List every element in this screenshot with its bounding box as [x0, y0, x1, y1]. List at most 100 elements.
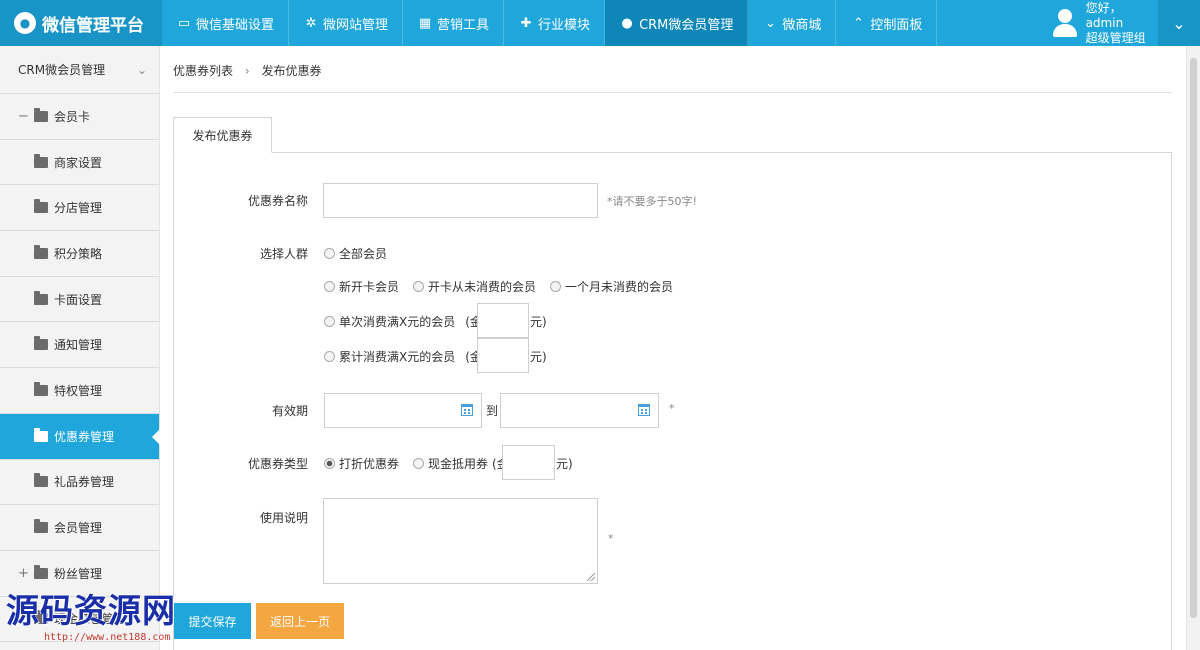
sidebar-item-label: 商家设置 — [54, 155, 103, 170]
sidebar-item-card-face[interactable]: 卡面设置 — [0, 277, 159, 323]
folder-icon — [34, 244, 48, 259]
option-label: 一个月未消费的会员 — [565, 280, 674, 294]
scrollbar-thumb[interactable] — [1190, 58, 1197, 618]
breadcrumb-separator: › — [244, 64, 250, 78]
sidebar-item-label: 优惠券管理 — [54, 429, 115, 444]
resize-handle-icon[interactable] — [587, 573, 595, 581]
folder-icon — [34, 290, 48, 305]
user-menu[interactable]: 您好，admin 超级管理组 — [1040, 0, 1158, 46]
coupon-name-hint: *请不要多于50字! — [607, 195, 697, 208]
radio-single-spend[interactable] — [324, 316, 335, 327]
radio-month-inactive[interactable] — [550, 281, 562, 292]
single-spend-amount-input[interactable] — [477, 303, 529, 338]
user-dropdown-toggle[interactable]: ⌄ — [1158, 0, 1200, 46]
amount-suffix: 元) — [530, 315, 547, 329]
nav-crm-member[interactable]: ● CRM微会员管理 — [605, 0, 749, 46]
audience-cumulative-spend-option[interactable]: 累计消费满X元的会员 (金额 — [324, 348, 494, 365]
chevron-up-icon: ⌃ — [852, 15, 864, 31]
submit-save-button[interactable]: 提交保存 — [174, 603, 251, 639]
radio-cumulative-spend[interactable] — [324, 351, 335, 362]
nav-label: 微网站管理 — [323, 17, 389, 33]
nav-label: 控制面板 — [870, 17, 923, 33]
audience-single-spend-option[interactable]: 单次消费满X元的会员 (金额 — [324, 313, 494, 330]
cash-amount-input[interactable] — [502, 445, 555, 480]
nav-micro-mall[interactable]: ⌄ 微商城 — [748, 0, 837, 46]
radio-cash-coupon[interactable] — [413, 458, 425, 469]
sidebar-item-gift-coupons[interactable]: 礼品券管理 — [0, 460, 159, 506]
radio-discount-coupon[interactable] — [324, 458, 335, 469]
sidebar-item-members[interactable]: 会员管理 — [0, 505, 159, 551]
calendar-icon[interactable] — [461, 404, 473, 416]
sidebar-item-merchant-settings[interactable]: 商家设置 — [0, 140, 159, 186]
calendar-icon: ▦ — [418, 15, 432, 31]
nav-label: 行业模块 — [538, 17, 591, 33]
page-scrollbar[interactable] — [1186, 46, 1200, 650]
option-label: 开卡从未消费的会员 — [428, 280, 537, 294]
sidebar-item-label: 会员管理 — [54, 521, 103, 536]
app-logo[interactable]: ● 微信管理平台 — [0, 0, 162, 46]
nav-control-panel[interactable]: ⌃ 控制面板 — [836, 0, 938, 46]
description-label: 使用说明 — [259, 511, 308, 525]
description-textarea[interactable] — [323, 498, 598, 584]
required-mark: * — [669, 402, 675, 415]
gear-icon: ✲ — [305, 15, 317, 31]
validity-label: 有效期 — [271, 404, 308, 418]
chevron-down-icon: ⌄ — [136, 62, 147, 77]
amount-suffix: 元) — [556, 457, 573, 471]
sidebar-item-label: 会员卡 — [54, 109, 91, 124]
nav-label: 微信基础设置 — [196, 17, 275, 33]
cumulative-spend-amount-input[interactable] — [477, 338, 529, 373]
breadcrumb-parent[interactable]: 优惠券列表 — [173, 64, 233, 78]
sidebar-header[interactable]: CRM微会员管理 ⌄ — [0, 46, 159, 94]
chevron-down-icon: ⌄ — [1172, 13, 1186, 33]
radio-all-members[interactable] — [324, 248, 335, 259]
collapse-icon: − — [18, 108, 29, 124]
breadcrumb-current: 发布优惠券 — [261, 64, 322, 78]
folder-icon — [34, 199, 48, 214]
sidebar-item-points[interactable]: 积分策略 — [0, 231, 159, 277]
user-icon: ● — [621, 15, 633, 31]
sidebar-item-label: 粉丝管理 — [54, 566, 103, 581]
option-label: 单次消费满X元的会员 — [339, 315, 456, 329]
sidebar-item-label: 卡面设置 — [54, 292, 103, 307]
sidebar-item-privileges[interactable]: 特权管理 — [0, 368, 159, 414]
amount-suffix: 元) — [530, 350, 547, 364]
sidebar-group-member-card[interactable]: − 会员卡 — [0, 94, 159, 140]
avatar-icon — [1052, 7, 1078, 39]
sidebar-item-notifications[interactable]: 通知管理 — [0, 322, 159, 369]
folder-icon — [34, 336, 48, 351]
divider — [173, 92, 1172, 93]
folder-icon — [34, 519, 48, 534]
radio-never-consumed[interactable] — [413, 281, 425, 292]
nav-label: 微商城 — [782, 17, 822, 33]
nav-marketing-tools[interactable]: ▦ 营销工具 — [403, 0, 505, 46]
audience-all-option[interactable]: 全部会员 — [324, 245, 387, 262]
coupon-name-input[interactable] — [323, 183, 598, 218]
tab-publish-coupon[interactable]: 发布优惠券 — [173, 117, 272, 153]
required-mark: * — [608, 532, 614, 545]
wechat-logo-icon: ● — [14, 12, 36, 34]
sidebar-item-branch[interactable]: 分店管理 — [0, 185, 159, 232]
radio-new-card[interactable] — [324, 281, 335, 292]
calendar-icon[interactable] — [638, 404, 650, 416]
app-title: 微信管理平台 — [42, 15, 144, 36]
go-back-button[interactable]: 返回上一页 — [256, 603, 344, 639]
user-info: 您好，admin 超级管理组 — [1086, 1, 1158, 46]
folder-icon — [34, 381, 48, 396]
sidebar: CRM微会员管理 ⌄ − 会员卡 商家设置 分店管理 积分策略 卡面设置 通知管… — [0, 46, 160, 650]
sidebar-item-label: 特权管理 — [54, 383, 103, 398]
validity-end-input[interactable] — [500, 393, 659, 428]
sidebar-item-label: 礼品券管理 — [54, 475, 115, 490]
option-label: 累计消费满X元的会员 — [339, 350, 456, 364]
sidebar-title: CRM微会员管理 — [18, 63, 106, 77]
nav-industry-module[interactable]: ✚ 行业模块 — [504, 0, 606, 46]
main-nav: ▭ 微信基础设置 ✲ 微网站管理 ▦ 营销工具 ✚ 行业模块 ● CRM微会员管… — [162, 0, 938, 46]
nav-micro-site[interactable]: ✲ 微网站管理 — [289, 0, 404, 46]
watermark-url: http://www.net188.com — [44, 632, 171, 643]
audience-row-2: 新开卡会员 开卡从未消费的会员 一个月未消费的会员 — [324, 278, 673, 295]
nav-label: 营销工具 — [437, 17, 490, 33]
validity-start-input[interactable] — [324, 393, 482, 428]
option-label: 新开卡会员 — [339, 280, 400, 294]
sidebar-item-coupons[interactable]: 优惠券管理 — [0, 413, 160, 460]
nav-wechat-basic[interactable]: ▭ 微信基础设置 — [162, 0, 290, 46]
